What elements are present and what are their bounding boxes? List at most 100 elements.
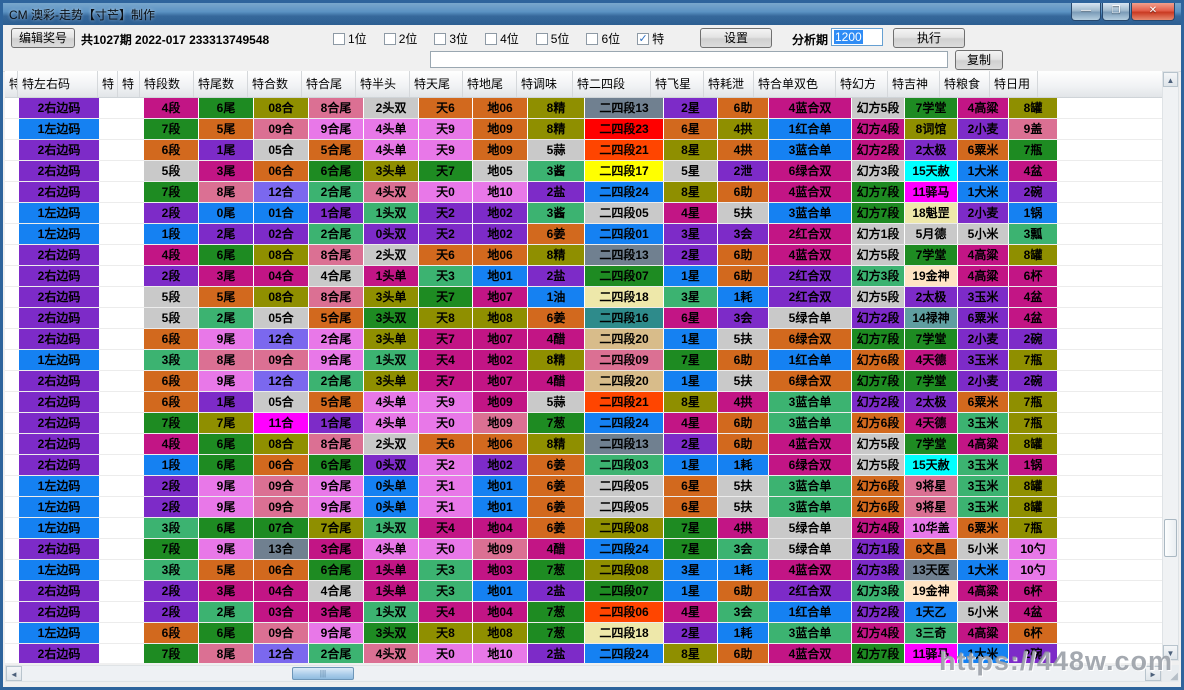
table-cell: 6杯 <box>1009 581 1057 601</box>
column-header[interactable]: 特粮食 <box>940 71 990 97</box>
table-cell: 9合尾 <box>309 623 363 643</box>
table-cell: 天8 <box>419 623 472 643</box>
column-header[interactable]: 特耗泄 <box>704 71 754 97</box>
scroll-right-arrow-icon[interactable]: ► <box>1145 666 1161 681</box>
table-cell-empty <box>121 560 143 580</box>
table-cell: 1耗 <box>718 287 768 307</box>
table-cell-empty <box>100 287 120 307</box>
horizontal-scrollbar[interactable]: ◄ ||| ► <box>5 665 1162 682</box>
column-header[interactable]: 特左右码 <box>18 71 98 97</box>
table-cell: 二四段05 <box>585 497 663 517</box>
column-header[interactable]: 特幻方 <box>836 71 888 97</box>
table-cell: 地09 <box>473 413 527 433</box>
analysis-period-input[interactable]: 1200 <box>831 28 883 46</box>
table-cell: 2太极 <box>905 392 957 412</box>
table-cell: 4拱 <box>718 119 768 139</box>
column-header[interactable]: 特地尾 <box>463 71 517 97</box>
unchecked-checkbox-icon[interactable] <box>434 33 446 45</box>
table-cell: 1耗 <box>718 560 768 580</box>
settings-button[interactable]: 设置 <box>700 28 772 48</box>
checkbox-3位[interactable]: 3位 <box>434 30 468 47</box>
table-cell: 2合尾 <box>309 224 363 244</box>
table-cell: 13天医 <box>905 560 957 580</box>
unchecked-checkbox-icon[interactable] <box>536 33 548 45</box>
column-header[interactable]: 特段数 <box>140 71 194 97</box>
table-cell: 11驿马 <box>905 644 957 663</box>
column-header[interactable]: 特半头 <box>356 71 410 97</box>
checked-checkbox-icon[interactable]: ✓ <box>637 33 649 45</box>
table-cell-empty <box>121 644 143 663</box>
table-cell: 2段 <box>144 602 198 622</box>
table-cell-empty <box>100 413 120 433</box>
table-cell: 1红合单 <box>769 350 851 370</box>
table-cell: 天9 <box>419 119 472 139</box>
checkbox-1位[interactable]: 1位 <box>333 30 367 47</box>
table-cell: 2红合双 <box>769 224 851 244</box>
column-header[interactable]: 特合单双色 <box>754 71 836 97</box>
column-header[interactable]: 特吉神 <box>888 71 940 97</box>
checkbox-5位[interactable]: 5位 <box>536 30 570 47</box>
vertical-scrollbar-thumb[interactable] <box>1164 519 1177 557</box>
table-cell: 地02 <box>473 455 527 475</box>
table-cell: 3酱 <box>528 203 584 223</box>
edit-draw-number-button[interactable]: 编辑奖号 <box>11 28 75 48</box>
table-cell: 二四段24 <box>585 539 663 559</box>
horizontal-scrollbar-thumb[interactable]: ||| <box>292 667 354 680</box>
table-cell: 8罐 <box>1009 476 1057 496</box>
table-cell: 5合尾 <box>309 392 363 412</box>
checkbox-特[interactable]: ✓特 <box>637 30 664 47</box>
table-cell: 天0 <box>419 644 472 663</box>
vertical-scrollbar[interactable]: ▲ ▼ <box>1162 71 1179 661</box>
minimize-button[interactable]: — <box>1071 3 1101 21</box>
column-header[interactable]: 特合数 <box>248 71 302 97</box>
column-header[interactable]: 特二四段 <box>573 71 651 97</box>
table-cell: 3瓢 <box>1009 224 1057 244</box>
table-cell-empty <box>5 203 18 223</box>
table-cell: 二四段07 <box>585 581 663 601</box>
column-header[interactable]: 特 <box>118 71 140 97</box>
unchecked-checkbox-icon[interactable] <box>333 33 345 45</box>
column-header[interactable]: 特日用 <box>990 71 1038 97</box>
column-header[interactable]: 特 <box>5 71 18 97</box>
checkbox-label: 1位 <box>348 30 367 47</box>
table-cell: 二四段23 <box>585 119 663 139</box>
maximize-button[interactable]: ❐ <box>1102 3 1130 21</box>
scroll-up-arrow-icon[interactable]: ▲ <box>1163 72 1178 87</box>
execute-button[interactable]: 执行 <box>893 28 965 48</box>
unchecked-checkbox-icon[interactable] <box>384 33 396 45</box>
column-header[interactable]: 特 <box>98 71 118 97</box>
column-header[interactable]: 特飞星 <box>651 71 704 97</box>
unchecked-checkbox-icon[interactable] <box>586 33 598 45</box>
column-header[interactable]: 特调味 <box>517 71 573 97</box>
scroll-down-arrow-icon[interactable]: ▼ <box>1163 645 1178 660</box>
table-cell: 2右边码 <box>19 329 99 349</box>
table-cell: 6星 <box>664 308 717 328</box>
copy-button[interactable]: 复制 <box>955 50 1003 70</box>
scroll-left-arrow-icon[interactable]: ◄ <box>6 666 22 681</box>
table-cell: 地05 <box>473 161 527 181</box>
table-cell: 天2 <box>419 455 472 475</box>
table-cell: 天1 <box>419 497 472 517</box>
checkbox-6位[interactable]: 6位 <box>586 30 620 47</box>
close-button[interactable]: ✕ <box>1131 3 1175 21</box>
result-output-input[interactable] <box>430 51 948 68</box>
table-cell-empty <box>5 119 18 139</box>
unchecked-checkbox-icon[interactable] <box>485 33 497 45</box>
column-header[interactable]: 特合尾 <box>302 71 356 97</box>
table-cell: 2小麦 <box>958 371 1008 391</box>
table-cell: 5段 <box>144 308 198 328</box>
resize-grip[interactable] <box>1162 665 1179 682</box>
table-cell-empty <box>100 308 120 328</box>
checkbox-4位[interactable]: 4位 <box>485 30 519 47</box>
table-cell: 6粟米 <box>958 518 1008 538</box>
column-header[interactable]: 特天尾 <box>410 71 463 97</box>
table-cell-empty <box>121 413 143 433</box>
checkbox-2位[interactable]: 2位 <box>384 30 418 47</box>
table-cell: 3头单 <box>364 329 418 349</box>
table-cell-empty <box>100 476 120 496</box>
column-header[interactable]: 特尾数 <box>194 71 248 97</box>
table-cell: 4头单 <box>364 392 418 412</box>
title-bar[interactable]: CM 澳彩-走势【寸芒】制作 — ❐ ✕ <box>3 3 1181 25</box>
table-cell: 1合尾 <box>309 203 363 223</box>
table-cell: 天0 <box>419 539 472 559</box>
